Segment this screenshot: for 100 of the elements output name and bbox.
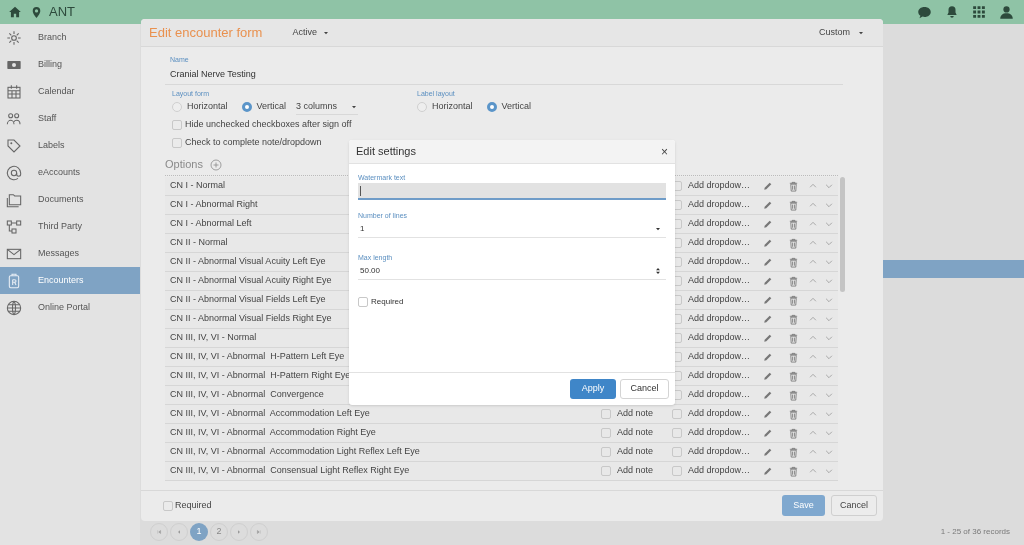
- option-name: CN I - Normal: [170, 179, 225, 193]
- cancel-button[interactable]: Cancel: [831, 495, 877, 516]
- radio-label: Horizontal: [432, 100, 473, 114]
- at-sign-icon: [6, 164, 22, 181]
- radio-label: Horizontal: [187, 100, 228, 114]
- sidebar-item[interactable]: Calendar: [0, 78, 140, 105]
- radio-button[interactable]: [486, 102, 497, 112]
- add-dropdown-link[interactable]: Add dropdow…: [688, 274, 763, 288]
- add-dropdown-link[interactable]: Add dropdow…: [688, 236, 763, 250]
- dialog-title: Edit settings: [356, 144, 416, 160]
- trash-icon[interactable]: [788, 180, 799, 192]
- option-name: CN III, IV, VI - Abnormal Convergence: [170, 388, 324, 402]
- radio-button[interactable]: [417, 102, 427, 112]
- option-name: CN III, IV, VI - Normal: [170, 331, 257, 345]
- checkbox[interactable]: [601, 447, 611, 457]
- add-dropdown-link[interactable]: Add dropdow…: [688, 426, 763, 440]
- spinner-arrows-icon[interactable]: [654, 266, 662, 276]
- sidebar-item[interactable]: eAccounts: [0, 159, 140, 186]
- trash-icon[interactable]: [788, 351, 799, 363]
- add-note-link[interactable]: Add note: [617, 407, 654, 421]
- checkbox[interactable]: [672, 428, 682, 438]
- nodes-icon: [6, 218, 22, 235]
- chat-bubble-icon[interactable]: [917, 4, 932, 20]
- checkbox[interactable]: [601, 466, 611, 476]
- checkbox[interactable]: [672, 447, 682, 457]
- name-field[interactable]: Cranial Nerve Testing: [170, 68, 843, 80]
- option-name: CN II - Normal: [170, 236, 228, 250]
- checkbox[interactable]: [172, 120, 182, 130]
- sidebar-item[interactable]: Third Party: [0, 213, 140, 240]
- add-dropdown-link[interactable]: Add dropdow…: [688, 217, 763, 231]
- sidebar-item[interactable]: Billing: [0, 51, 140, 78]
- trash-icon[interactable]: [788, 446, 799, 458]
- add-dropdown-link[interactable]: Add dropdow…: [688, 388, 763, 402]
- trash-icon[interactable]: [788, 218, 799, 230]
- add-dropdown-link[interactable]: Add dropdow…: [688, 445, 763, 459]
- scrollbar[interactable]: [840, 177, 845, 292]
- trash-icon[interactable]: [788, 332, 799, 344]
- add-dropdown-link[interactable]: Add dropdow…: [688, 312, 763, 326]
- template-dropdown[interactable]: Custom: [819, 25, 865, 40]
- checkbox-label: Required: [371, 296, 404, 308]
- add-dropdown-link[interactable]: Add dropdow…: [688, 407, 763, 421]
- add-dropdown-link[interactable]: Add dropdow…: [688, 464, 763, 478]
- folders-icon: [6, 191, 22, 208]
- clipboard-icon: [6, 272, 22, 289]
- trash-icon[interactable]: [788, 465, 799, 477]
- checkbox[interactable]: [172, 138, 182, 148]
- grid-icon[interactable]: [972, 5, 986, 19]
- input-field[interactable]: 50.00: [358, 263, 666, 280]
- home-icon[interactable]: [8, 5, 22, 19]
- cancel-button[interactable]: Cancel: [620, 379, 669, 399]
- trash-icon[interactable]: [788, 313, 799, 325]
- add-dropdown-link[interactable]: Add dropdow…: [688, 293, 763, 307]
- sidebar-item[interactable]: Online Portal: [0, 294, 140, 321]
- checkbox-label: Check to complete note/dropdown: [185, 136, 322, 150]
- trash-icon[interactable]: [788, 275, 799, 287]
- location-pin-icon: [30, 5, 43, 19]
- radio-button[interactable]: [241, 102, 252, 112]
- checkbox[interactable]: [358, 297, 368, 307]
- checkbox[interactable]: [672, 409, 682, 419]
- sidebar-item[interactable]: Documents: [0, 186, 140, 213]
- add-note-link[interactable]: Add note: [617, 445, 654, 459]
- option-name: CN III, IV, VI - Abnormal Accommodation Light Reflex Left Eye: [170, 445, 420, 459]
- add-dropdown-link[interactable]: Add dropdow…: [688, 350, 763, 364]
- trash-icon[interactable]: [788, 199, 799, 211]
- user-icon[interactable]: [999, 4, 1014, 20]
- add-note-link[interactable]: Add note: [617, 426, 654, 440]
- trash-icon[interactable]: [788, 408, 799, 420]
- add-dropdown-link[interactable]: Add dropdow…: [688, 179, 763, 193]
- radio-button[interactable]: [172, 102, 182, 112]
- sidebar-item[interactable]: Staff: [0, 105, 140, 132]
- add-dropdown-link[interactable]: Add dropdow…: [688, 331, 763, 345]
- sidebar-item[interactable]: Branch: [0, 24, 140, 51]
- trash-icon[interactable]: [788, 389, 799, 401]
- add-dropdown-link[interactable]: Add dropdow…: [688, 198, 763, 212]
- checkbox[interactable]: [601, 428, 611, 438]
- sidebar-item[interactable]: Labels: [0, 132, 140, 159]
- trash-icon[interactable]: [788, 256, 799, 268]
- checkbox-label: Required: [175, 498, 212, 512]
- checkbox[interactable]: [163, 500, 173, 511]
- status-dropdown[interactable]: Active: [292, 25, 330, 40]
- option-name: CN I - Abnormal Right: [170, 198, 258, 212]
- input-field[interactable]: [358, 183, 666, 200]
- add-dropdown-link[interactable]: Add dropdow…: [688, 369, 763, 383]
- trash-icon[interactable]: [788, 427, 799, 439]
- checkbox[interactable]: [601, 409, 611, 419]
- apply-button[interactable]: Apply: [570, 379, 616, 399]
- columns-dropdown[interactable]: 3 columns: [296, 99, 359, 115]
- add-note-link[interactable]: Add note: [617, 464, 654, 478]
- trash-icon[interactable]: [788, 370, 799, 382]
- people-icon: [6, 110, 22, 127]
- trash-icon[interactable]: [788, 237, 799, 249]
- sidebar-item[interactable]: Messages: [0, 240, 140, 267]
- trash-icon[interactable]: [788, 294, 799, 306]
- add-icon[interactable]: [209, 158, 222, 171]
- select-field[interactable]: 1: [358, 221, 666, 238]
- option-name: CN II - Abnormal Visual Acuity Right Eye: [170, 274, 332, 288]
- close-button[interactable]: ×: [661, 142, 668, 161]
- checkbox[interactable]: [672, 466, 682, 476]
- bell-icon[interactable]: [945, 5, 959, 19]
- add-dropdown-link[interactable]: Add dropdow…: [688, 255, 763, 269]
